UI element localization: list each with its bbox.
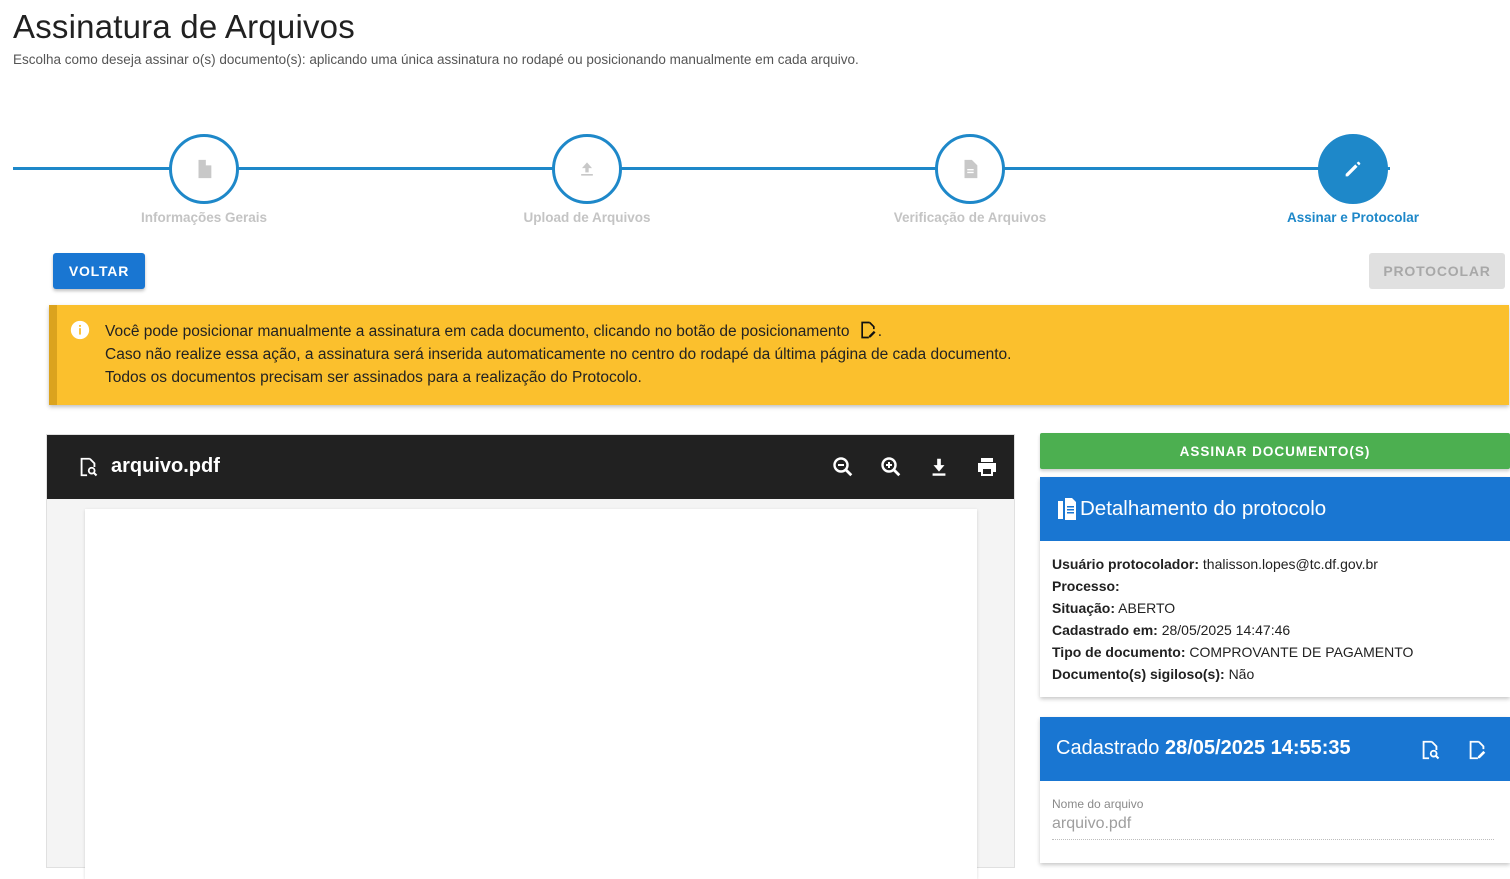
sign-documents-button[interactable]: ASSINAR DOCUMENTO(S) xyxy=(1040,433,1510,469)
protocolar-button[interactable]: PROTOCOLAR xyxy=(1369,253,1505,289)
info-icon xyxy=(70,320,90,340)
detail-row: Situação: ABERTO xyxy=(1052,600,1176,616)
protocol-details-list: Usuário protocolador: thalisson.lopes@tc… xyxy=(1052,553,1413,685)
preview-file-button[interactable] xyxy=(1417,737,1443,763)
step-upload-de-arquivos[interactable]: Upload de Arquivos xyxy=(477,134,697,225)
step-label: Assinar e Protocolar xyxy=(1286,210,1420,225)
print-icon xyxy=(978,458,996,476)
file-name-field[interactable]: Nome do arquivo arquivo.pdf xyxy=(1052,797,1494,840)
pdf-file-name: arquivo.pdf xyxy=(111,455,220,477)
step-informacoes-gerais[interactable]: Informações Gerais xyxy=(94,134,314,225)
file-card: Cadastrado 28/05/2025 14:55:35 Nome do a… xyxy=(1040,717,1510,863)
file-search-icon xyxy=(80,457,98,477)
zoom-out-button[interactable] xyxy=(829,453,857,481)
step-label: Upload de Arquivos xyxy=(523,210,651,225)
zoom-in-icon xyxy=(881,457,901,477)
detail-row: Tipo de documento: COMPROVANTE DE PAGAME… xyxy=(1052,644,1414,660)
edit-document-icon xyxy=(861,321,876,339)
page-title: Assinatura de Arquivos xyxy=(13,8,355,45)
info-alert: Você pode posicionar manualmente a assin… xyxy=(49,305,1509,405)
step-label: Verificação de Arquivos xyxy=(893,210,1047,225)
step-circle xyxy=(169,134,239,204)
step-label: Informações Gerais xyxy=(140,210,268,225)
zoom-in-button[interactable] xyxy=(877,453,905,481)
file-card-title: Cadastrado 28/05/2025 14:55:35 xyxy=(1056,737,1351,759)
protocol-details-header: Detalhamento do protocolo xyxy=(1040,477,1510,541)
edit-document-icon xyxy=(1469,740,1486,760)
position-signature-button[interactable] xyxy=(1464,737,1490,763)
alert-line-3: Todos os documentos precisam ser assinad… xyxy=(105,369,642,386)
detail-row: Documento(s) sigiloso(s): Não xyxy=(1052,666,1255,682)
detail-row: Cadastrado em: 28/05/2025 14:47:46 xyxy=(1052,622,1291,638)
step-assinar-e-protocolar[interactable]: Assinar e Protocolar xyxy=(1243,134,1463,225)
detail-row: Usuário protocolador: thalisson.lopes@tc… xyxy=(1052,556,1378,572)
back-button[interactable]: VOLTAR xyxy=(53,253,145,289)
file-name-label: Nome do arquivo xyxy=(1052,797,1144,811)
download-icon xyxy=(932,458,946,476)
step-circle xyxy=(552,134,622,204)
protocol-details-title: Detalhamento do protocolo xyxy=(1080,497,1327,520)
print-button[interactable] xyxy=(973,453,1001,481)
document-icon xyxy=(964,159,978,179)
protocol-details-card: Detalhamento do protocolo Usuário protoc… xyxy=(1040,477,1510,697)
file-card-header: Cadastrado 28/05/2025 14:55:35 xyxy=(1040,717,1510,781)
pdf-viewer: arquivo.pdf xyxy=(46,434,1015,879)
alert-line-1: Você pode posicionar manualmente a assin… xyxy=(105,320,1011,343)
step-circle xyxy=(935,134,1005,204)
file-name-value: arquivo.pdf xyxy=(1052,815,1494,840)
file-search-icon xyxy=(1422,740,1440,760)
zoom-out-icon xyxy=(833,457,853,477)
pencil-icon xyxy=(1345,161,1361,177)
pdf-toolbar: arquivo.pdf xyxy=(47,435,1014,499)
file-icon xyxy=(198,159,212,179)
alert-text: Você pode posicionar manualmente a assin… xyxy=(105,320,1011,389)
download-button[interactable] xyxy=(925,453,953,481)
upload-icon xyxy=(581,162,593,176)
detail-row: Processo: xyxy=(1052,578,1120,594)
page-subtitle: Escolha como deseja assinar o(s) documen… xyxy=(13,52,859,67)
pdf-page xyxy=(85,509,977,879)
step-circle-active xyxy=(1318,134,1388,204)
alert-line-2: Caso não realize essa ação, a assinatura… xyxy=(105,346,1012,363)
step-verificacao-de-arquivos[interactable]: Verificação de Arquivos xyxy=(860,134,1080,225)
document-details-icon xyxy=(1058,498,1076,520)
